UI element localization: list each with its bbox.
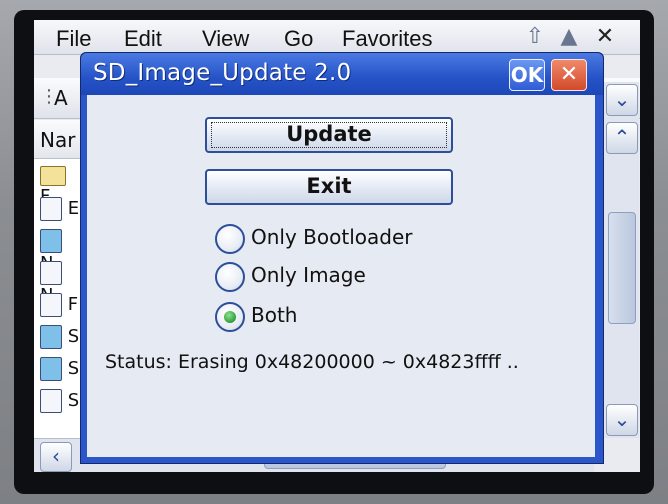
exit-button-label: Exit [306,174,352,198]
program-icon [40,229,62,253]
list-item[interactable]: N [40,261,80,306]
vertical-scrollbar[interactable]: ⌄ ⌃ ⌄ [602,82,639,438]
program-icon [40,357,62,381]
list-item[interactable]: S [40,357,80,387]
scroll-left-icon[interactable]: ‹ [40,442,72,472]
list-item-label: S [67,358,80,379]
list-item-label: S [67,390,80,411]
update-button[interactable]: Update [205,117,453,153]
scroll-up-icon[interactable]: ⌃ [606,122,638,154]
ok-button[interactable]: OK [509,59,545,91]
focus-rect [211,122,447,148]
list-item[interactable]: S [40,325,80,355]
list-item[interactable]: E [40,197,80,227]
radio-circle[interactable] [215,302,245,332]
list-item[interactable]: F [40,165,80,207]
list-item[interactable]: F [40,293,80,323]
file-icon [40,261,62,285]
status-text: Status: Erasing 0x48200000 ~ 0x4823ffff … [105,351,519,373]
dialog-title: SD_Image_Update 2.0 [93,60,352,86]
list-item[interactable]: S [40,389,80,419]
list-item-label: E [67,198,80,219]
menu-file[interactable]: File [56,26,91,52]
document-icon [40,389,62,413]
scroll-down-icon[interactable]: ⌄ [606,404,638,436]
dialog-titlebar: SD_Image_Update 2.0 OK ✕ [81,53,603,95]
menu-go[interactable]: Go [284,26,313,52]
radio-circle[interactable] [215,224,245,254]
dialog-body: Update Exit Only Bootloader Only Image B… [87,95,595,457]
address-fragment[interactable]: A [54,86,68,110]
explorer-menubar: File Edit View Go Favorites ⇧ ▲ ✕ [34,20,640,55]
exit-button[interactable]: Exit [205,169,453,205]
radio-label: Only Bootloader [251,225,413,249]
radio-selected-dot [224,311,236,323]
list-item-label: F [67,294,79,315]
list-item[interactable]: N [40,229,80,274]
list-item-label: S [67,326,80,347]
settings-file-icon [40,293,62,317]
device-screen: File Edit View Go Favorites ⇧ ▲ ✕ ⋮ A Na… [34,20,640,472]
explorer-close-button[interactable]: ✕ [590,23,620,51]
menu-favorites[interactable]: Favorites [342,26,432,52]
sd-image-update-dialog: SD_Image_Update 2.0 OK ✕ Update Exit Onl… [80,52,604,464]
menu-edit[interactable]: Edit [124,26,162,52]
close-button[interactable]: ✕ [551,59,587,91]
scroll-thumb[interactable] [608,212,636,324]
file-icon [40,197,62,221]
program-icon [40,325,62,349]
menu-view[interactable]: View [202,26,249,52]
radio-circle[interactable] [215,262,245,292]
up-folder-icon[interactable]: ⇧ [520,23,550,51]
column-name-header[interactable]: Nar [40,128,75,152]
dropdown-chevron-icon[interactable]: ⌄ [606,84,638,116]
radio-label: Both [251,303,298,327]
radio-label: Only Image [251,263,366,287]
delete-icon[interactable]: ▲ [554,23,584,51]
folder-icon [40,166,66,186]
